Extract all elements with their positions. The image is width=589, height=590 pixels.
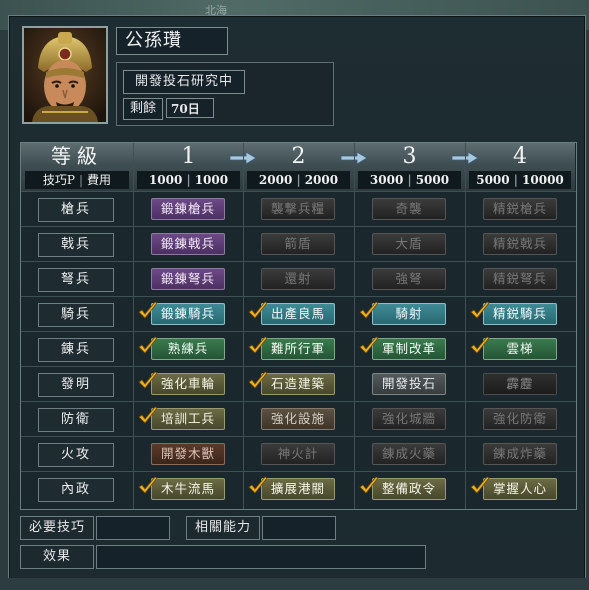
tech-button[interactable]: 強化車輪: [151, 373, 225, 395]
level-header-title: 等級: [51, 144, 103, 168]
tech-button[interactable]: 霹靂: [483, 373, 557, 395]
tech-button[interactable]: 精鋭騎兵: [483, 303, 557, 325]
tech-row: 發明 強化車輪 石造建築 開發投石 霹靂: [21, 366, 576, 401]
tech-points-value: 5000: [476, 173, 510, 187]
header-separator: |: [79, 173, 84, 187]
tech-button[interactable]: 奇襲: [372, 198, 446, 220]
fee-value: 1000: [194, 173, 229, 187]
tech-points-value: 3000: [369, 173, 404, 187]
effect-label: 效果: [20, 545, 94, 569]
tech-button[interactable]: 錬成火藥: [372, 443, 446, 465]
tech-category-label: 防衛: [38, 408, 114, 432]
research-status: 開發投石研究中: [123, 70, 245, 94]
tech-button[interactable]: 鍛錬騎兵: [151, 303, 225, 325]
related-ability-field: [262, 516, 336, 540]
cost-separator: |: [407, 173, 412, 187]
tech-row: 防衛 培訓工兵 強化設施 強化城牆 強化防衛: [21, 401, 576, 436]
bottom-strip: [0, 578, 589, 590]
tech-button[interactable]: 精鋭弩兵: [483, 268, 557, 290]
tech-category-label: 弩兵: [38, 268, 114, 292]
level-cost: 5000 | 10000: [469, 171, 571, 189]
tech-tree-grid: 等級 技巧P | 費用 1 1000 | 1000 2 2000 | 2000 3 3000 | 50…: [20, 142, 577, 510]
tech-button[interactable]: 難所行軍: [261, 338, 335, 360]
tech-button[interactable]: 培訓工兵: [151, 408, 225, 430]
tech-button[interactable]: 木牛流馬: [151, 478, 225, 500]
tech-button[interactable]: 掌握人心: [483, 478, 557, 500]
tech-button[interactable]: 鍛錬槍兵: [151, 198, 225, 220]
tech-button[interactable]: 還射: [261, 268, 335, 290]
level-number: 1: [181, 144, 196, 169]
tech-category-label: 火攻: [38, 443, 114, 467]
tech-button[interactable]: 強化設施: [261, 408, 335, 430]
cost-separator: |: [186, 173, 191, 187]
tech-button[interactable]: 石造建築: [261, 373, 335, 395]
fee-value: 10000: [522, 173, 564, 187]
tech-button[interactable]: 箭盾: [261, 233, 335, 255]
fee-value: 2000: [304, 173, 339, 187]
required-skill-field: [96, 516, 170, 540]
tech-row: 火攻 開發木獸 神火計 錬成火藥 錬成炸藥: [21, 436, 576, 471]
tech-row: 內政 木牛流馬 擴展港關 整備政令 掌握人心: [21, 471, 576, 506]
remaining-days: 70日: [166, 98, 214, 118]
tech-category-label: 戟兵: [38, 233, 114, 257]
tech-category-label: 內政: [38, 478, 114, 502]
level-number: 4: [513, 144, 527, 169]
level-number: 2: [291, 144, 306, 169]
tech-points-value: 1000: [148, 173, 183, 187]
tech-category-label: 發明: [38, 373, 114, 397]
tech-button[interactable]: 神火計: [261, 443, 335, 465]
cost-header: 技巧P | 費用: [25, 171, 129, 189]
tech-button[interactable]: 熟練兵: [151, 338, 225, 360]
tech-button[interactable]: 大盾: [372, 233, 446, 255]
remaining-label: 剩餘: [123, 98, 163, 120]
tech-button[interactable]: 鍛錬弩兵: [151, 268, 225, 290]
tech-points-header: 技巧P: [42, 173, 75, 187]
officer-name: 公孫瓚: [116, 27, 228, 55]
tech-button[interactable]: 開發木獸: [151, 443, 225, 465]
tech-button[interactable]: 騎射: [372, 303, 446, 325]
tech-button[interactable]: 錬成炸藥: [483, 443, 557, 465]
cost-separator: |: [513, 173, 519, 187]
level-cost: 2000 | 2000: [247, 171, 350, 189]
level-2-header: 2 2000 | 2000: [243, 143, 355, 191]
tech-button[interactable]: 開發投石: [372, 373, 446, 395]
effect-field: [96, 545, 426, 569]
tech-button[interactable]: 強弩: [372, 268, 446, 290]
tech-button[interactable]: 襲撃兵糧: [261, 198, 335, 220]
tech-category-label: 騎兵: [38, 303, 114, 327]
level-number: 3: [402, 144, 417, 169]
tech-category-label: 槍兵: [38, 198, 114, 222]
tech-category-label: 錬兵: [38, 338, 114, 362]
officer-portrait: [22, 26, 108, 124]
fee-header: 費用: [87, 173, 112, 187]
tech-button[interactable]: 出產良馬: [261, 303, 335, 325]
tech-button[interactable]: 鍛錬戟兵: [151, 233, 225, 255]
tech-row: 錬兵 熟練兵 難所行軍 軍制改革 雲梯: [21, 331, 576, 366]
tech-row: 槍兵 鍛錬槍兵 襲撃兵糧 奇襲 精鋭槍兵: [21, 191, 576, 226]
cost-separator: |: [296, 173, 301, 187]
tech-button[interactable]: 擴展港關: [261, 478, 335, 500]
tech-points-value: 2000: [258, 173, 293, 187]
tech-button[interactable]: 強化城牆: [372, 408, 446, 430]
level-header: 等級 技巧P | 費用: [21, 143, 134, 191]
tech-button[interactable]: 精鋭戟兵: [483, 233, 557, 255]
fee-value: 5000: [415, 173, 450, 187]
tech-row: 弩兵 鍛錬弩兵 還射 強弩 精鋭弩兵: [21, 261, 576, 296]
tech-row: 戟兵 鍛錬戟兵 箭盾 大盾 精鋭戟兵: [21, 226, 576, 261]
level-cost: 3000 | 5000: [358, 171, 461, 189]
related-ability-label: 相關能力: [186, 516, 260, 540]
tech-button[interactable]: 雲梯: [483, 338, 557, 360]
tech-button[interactable]: 軍制改革: [372, 338, 446, 360]
tech-row: 騎兵 鍛錬騎兵 出產良馬 騎射 精鋭騎兵: [21, 296, 576, 331]
tech-button[interactable]: 精鋭槍兵: [483, 198, 557, 220]
tech-button[interactable]: 強化防衛: [483, 408, 557, 430]
required-skill-label: 必要技巧: [20, 516, 94, 540]
tech-button[interactable]: 整備政令: [372, 478, 446, 500]
level-4-header: 4 5000 | 10000: [465, 143, 576, 191]
level-3-header: 3 3000 | 5000: [354, 143, 466, 191]
level-cost: 1000 | 1000: [137, 171, 240, 189]
